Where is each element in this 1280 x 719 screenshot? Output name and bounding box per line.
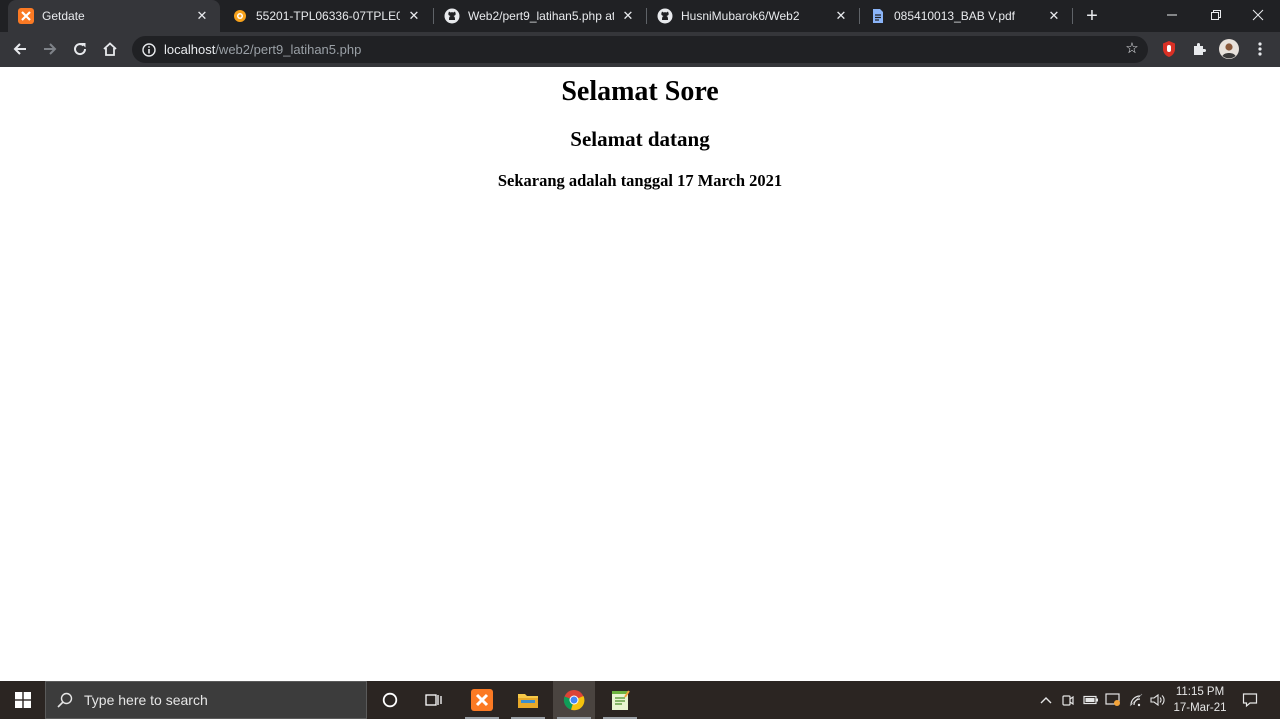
tab-separator [1072, 8, 1073, 24]
site-info-icon[interactable] [142, 42, 156, 57]
date-heading: Sekarang adalah tanggal 17 March 2021 [497, 171, 783, 190]
show-hidden-icons-icon[interactable] [1036, 681, 1056, 719]
github-icon [657, 8, 673, 24]
greeting-heading: Selamat Sore [561, 76, 719, 107]
tab-github-repo[interactable]: HusniMubarok6/Web2 ✕ [647, 0, 859, 32]
tab-title: 085410013_BAB V.pdf [894, 9, 1016, 23]
meet-now-icon[interactable] [1058, 681, 1078, 719]
tab-strip: Getdate ✕ 55201-TPL06336-07TPLE006-2 ✕ W… [0, 0, 1280, 32]
tab-github-file[interactable]: Web2/pert9_latihan5.php at m ✕ [434, 0, 646, 32]
back-icon[interactable] [7, 36, 33, 62]
update-notification-icon[interactable] [1103, 681, 1123, 719]
restore-icon[interactable] [1194, 0, 1238, 30]
new-tab-icon[interactable]: + [1080, 4, 1104, 28]
bookmark-star-icon[interactable]: ☆ [1124, 41, 1140, 57]
xampp-icon [18, 8, 34, 24]
wifi-icon[interactable] [1126, 681, 1146, 719]
forward-icon[interactable] [37, 36, 63, 62]
cortana-icon[interactable] [369, 681, 411, 719]
clock-time: 11:15 PM [1175, 686, 1225, 698]
search-placeholder: Type here to search [84, 692, 208, 708]
extension-shield-icon[interactable] [1159, 39, 1179, 59]
address-bar[interactable]: localhost/web2/pert9_latihan5.php ☆ [132, 36, 1148, 63]
tab-getdate[interactable]: Getdate ✕ [8, 0, 220, 32]
search-icon [56, 691, 74, 709]
windows-taskbar: Type here to search 11:15 PM 17-Mar-21 [0, 681, 1280, 719]
file-explorer-icon[interactable] [507, 681, 549, 719]
battery-icon[interactable] [1081, 681, 1101, 719]
tab-title: 55201-TPL06336-07TPLE006-2 [256, 9, 400, 23]
document-icon [870, 8, 886, 24]
extensions-puzzle-icon[interactable] [1189, 39, 1209, 59]
menu-kebab-icon[interactable] [1250, 39, 1270, 59]
tab-moodle[interactable]: 55201-TPL06336-07TPLE006-2 ✕ [222, 0, 432, 32]
notepad-plus-icon[interactable] [599, 681, 641, 719]
tab-title: Getdate [42, 9, 85, 23]
close-window-icon[interactable] [1236, 0, 1280, 30]
windows-start-icon[interactable] [0, 681, 45, 719]
github-icon [444, 8, 460, 24]
system-clock[interactable]: 11:15 PM 17-Mar-21 [1168, 684, 1232, 716]
close-tab-icon[interactable]: ✕ [406, 8, 422, 24]
url-path: /web2/pert9_latihan5.php [215, 42, 362, 57]
moodle-icon [232, 8, 248, 24]
web-page-content: Selamat Sore Selamat datang Sekarang ada… [0, 67, 1280, 681]
xampp-taskbar-icon[interactable] [461, 681, 503, 719]
minimize-icon[interactable] [1150, 0, 1194, 30]
url-text: localhost/web2/pert9_latihan5.php [164, 42, 361, 57]
tab-pdf[interactable]: 085410013_BAB V.pdf ✕ [860, 0, 1072, 32]
tab-title: HusniMubarok6/Web2 [681, 9, 800, 23]
welcome-heading: Selamat datang [570, 127, 710, 151]
close-tab-icon[interactable]: ✕ [620, 8, 636, 24]
close-tab-icon[interactable]: ✕ [1046, 8, 1062, 24]
browser-toolbar: localhost/web2/pert9_latihan5.php ☆ [0, 32, 1280, 67]
close-tab-icon[interactable]: ✕ [833, 8, 849, 24]
volume-icon[interactable] [1148, 681, 1168, 719]
url-host: localhost [164, 42, 216, 57]
action-center-icon[interactable] [1236, 681, 1264, 719]
chrome-taskbar-icon[interactable] [553, 681, 595, 719]
task-view-icon[interactable] [413, 681, 455, 719]
close-tab-icon[interactable]: ✕ [194, 8, 210, 24]
taskbar-search-input[interactable]: Type here to search [45, 681, 367, 719]
clock-date: 17-Mar-21 [1173, 702, 1227, 714]
profile-avatar-icon[interactable] [1219, 39, 1239, 59]
reload-icon[interactable] [67, 36, 93, 62]
home-icon[interactable] [97, 36, 123, 62]
tab-title: Web2/pert9_latihan5.php at m [468, 9, 614, 23]
